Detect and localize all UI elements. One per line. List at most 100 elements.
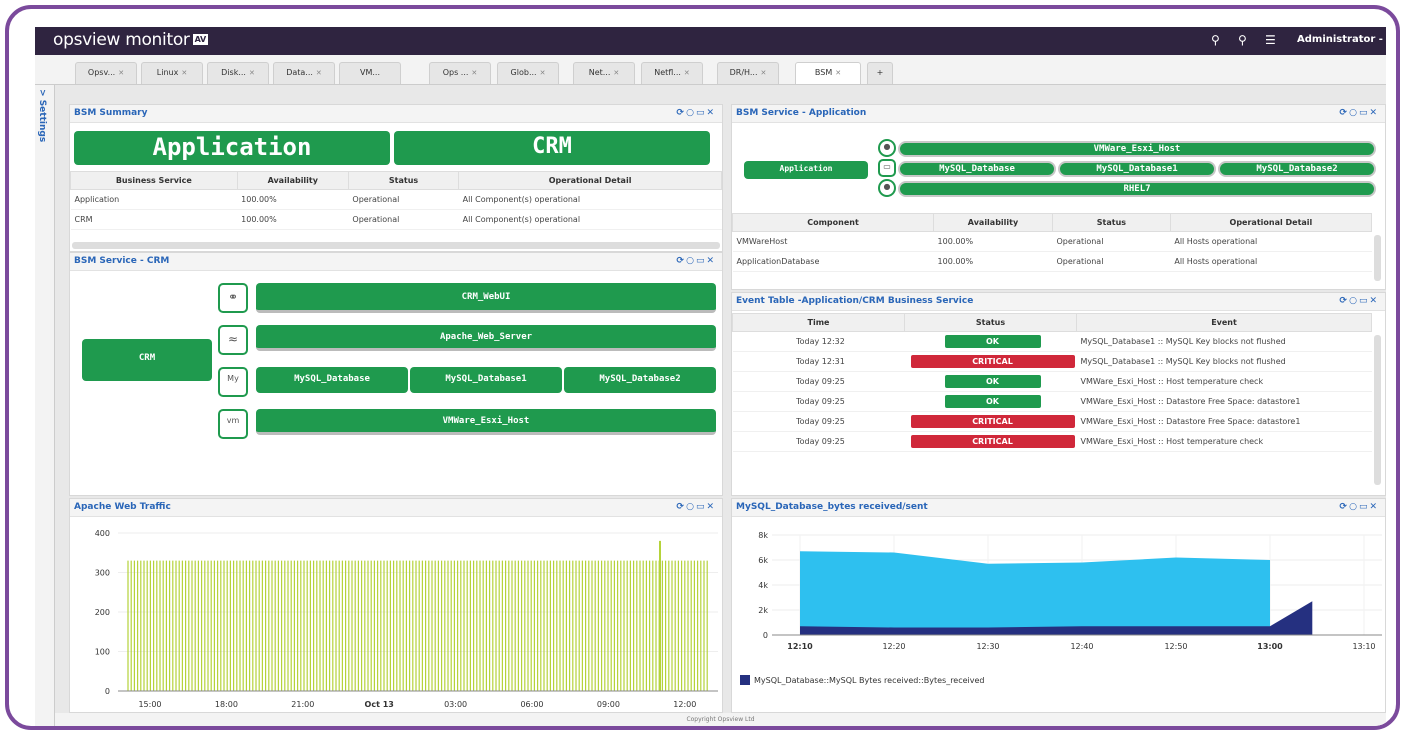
crm-root-node[interactable]: CRM (82, 339, 212, 381)
column-header[interactable]: Event (1076, 313, 1372, 332)
event-row[interactable]: Today 09:25 OK VMWare_Esxi_Host :: Datasto… (732, 391, 1372, 412)
x-tick-label: 12:50 (1164, 642, 1187, 651)
column-header[interactable]: Availability (933, 213, 1053, 232)
event-status-cell: OK (904, 371, 1077, 392)
close-icon[interactable]: ✕ (613, 69, 619, 77)
settings-sidebar[interactable]: > Settings (35, 85, 55, 726)
column-header[interactable]: Operational Detail (458, 171, 722, 190)
column-header[interactable]: Operational Detail (1169, 213, 1373, 232)
mysql-bytes-chart: 0 2k 4k 6k 8k 12:10 12:20 12:30 12:40 12:50 13:00 1… (758, 531, 1382, 651)
tab-bsm[interactable]: BSM ✕ (795, 62, 861, 84)
node-mysql-database2[interactable]: MySQL_Database2 (564, 367, 716, 393)
panel-controls[interactable]: ⟳○▭✕ (677, 256, 716, 266)
panel-controls[interactable]: ⟳○▭✕ (1340, 108, 1379, 118)
close-icon[interactable]: ✕ (761, 69, 767, 77)
close-icon[interactable]: ✕ (316, 69, 322, 77)
panel-header: Event Table -Application/CRM Business Se… (732, 293, 1385, 311)
column-header[interactable]: Component (732, 213, 935, 232)
user-menu[interactable]: Administrator - (1297, 34, 1383, 45)
node-mysql-database[interactable]: MySQL_Database (256, 367, 408, 393)
add-tab-button[interactable]: + (867, 62, 893, 84)
close-icon[interactable]: ✕ (181, 69, 187, 77)
node-vmware-esxi-host[interactable]: VMWare_Esxi_Host (898, 141, 1376, 157)
panel-title: BSM Summary (74, 108, 148, 118)
column-header[interactable]: Business Service (70, 171, 238, 190)
bsm-crm-panel: BSM Service - CRM ⟳○▭✕ CRM ⚭ ≈ My vm CRM_… (69, 252, 723, 496)
y-tick-label: 0 (763, 631, 768, 640)
mysql-icon: My (218, 367, 248, 397)
panel-controls[interactable]: ⟳○▭✕ (677, 502, 716, 512)
vertical-scrollbar[interactable] (1374, 235, 1381, 281)
tab-data[interactable]: Data... ✕ (273, 62, 335, 84)
y-tick-label: 8k (758, 531, 768, 540)
node-apache-web-server[interactable]: Apache_Web_Server (256, 325, 716, 351)
event-time: Today 12:31 (732, 351, 905, 372)
tab-vm[interactable]: VM... (339, 62, 401, 84)
column-header[interactable]: Time (732, 313, 905, 332)
status-badge: OK (944, 335, 1041, 348)
event-description: VMWare_Esxi_Host :: Datastore Free Space… (1076, 411, 1372, 432)
close-icon[interactable]: ✕ (471, 69, 477, 77)
apache-traffic-panel: Apache Web Traffic ⟳○▭✕ 0 100 200 300 400 15:0… (69, 498, 723, 713)
bsm-crm-button[interactable]: CRM (394, 131, 710, 165)
close-icon[interactable]: ✕ (118, 69, 124, 77)
event-description: MySQL_Database1 :: MySQL Key blocks not … (1076, 351, 1372, 372)
y-tick-label: 300 (95, 569, 110, 578)
close-icon[interactable]: ✕ (835, 69, 841, 77)
bsm-application-button[interactable]: Application (74, 131, 390, 165)
node-mysql-database1[interactable]: MySQL_Database1 (410, 367, 562, 393)
application-root-node[interactable]: Application (744, 161, 868, 179)
column-header[interactable]: Status (347, 171, 460, 190)
node-mysql-database[interactable]: MySQL_Database (898, 161, 1056, 177)
event-status-cell: CRITICAL (904, 411, 1077, 432)
chart-legend: MySQL_Database::MySQL Bytes received::By… (740, 675, 985, 685)
vertical-scrollbar[interactable] (1374, 335, 1381, 485)
tab-dr[interactable]: DR/H... ✕ (717, 62, 779, 84)
event-row[interactable]: Today 09:25 CRITICAL VMWare_Esxi_Host :: H… (732, 431, 1372, 452)
node-vmware-esxi-host[interactable]: VMWare_Esxi_Host (256, 409, 716, 435)
panel-controls[interactable]: ⟳○▭✕ (677, 108, 716, 118)
table-row[interactable]: VMWareHost 100.00% Operational All Hosts op… (732, 231, 1372, 252)
node-mysql-database2[interactable]: MySQL_Database2 (1218, 161, 1376, 177)
menu-icon[interactable]: ☰ (1265, 33, 1276, 47)
table-row[interactable]: CRM 100.00% Operational All Component(s) op… (70, 209, 722, 230)
event-row[interactable]: Today 12:31 CRITICAL MySQL_Database1 :: My… (732, 351, 1372, 372)
column-header[interactable]: Availability (236, 171, 349, 190)
tab-ops[interactable]: Ops ... ✕ (429, 62, 491, 84)
column-header[interactable]: Status (1051, 213, 1171, 232)
tab-disk[interactable]: Disk... ✕ (207, 62, 269, 84)
panel-controls[interactable]: ⟳○▭✕ (1340, 296, 1379, 306)
event-time: Today 09:25 (732, 371, 905, 392)
node-rhel7[interactable]: RHEL7 (898, 181, 1376, 197)
status-badge: OK (944, 395, 1041, 408)
panel-controls[interactable]: ⟳○▭✕ (1340, 502, 1379, 512)
table-row[interactable]: Application 100.00% Operational All Compone… (70, 189, 722, 210)
event-status-cell: CRITICAL (904, 351, 1077, 372)
bsm-application-panel: BSM Service - Application ⟳○▭✕ Applicatio… (731, 104, 1386, 290)
close-icon[interactable]: ✕ (684, 69, 690, 77)
panel-header: BSM Service - CRM ⟳○▭✕ (70, 253, 722, 271)
event-row[interactable]: Today 09:25 CRITICAL VMWare_Esxi_Host :: D… (732, 411, 1372, 432)
close-icon[interactable]: ✕ (540, 69, 546, 77)
x-tick-label: 12:00 (673, 700, 696, 709)
tab-glob[interactable]: Glob... ✕ (497, 62, 559, 84)
column-header[interactable]: Status (904, 313, 1077, 332)
panel-header: MySQL_Database_bytes received/sent ⟳○▭✕ (732, 499, 1385, 517)
tab-opsv[interactable]: Opsv... ✕ (75, 62, 137, 84)
search-icon[interactable]: ⚲ (1238, 33, 1247, 47)
node-crm-webui[interactable]: CRM_WebUI (256, 283, 716, 313)
close-icon[interactable]: ✕ (249, 69, 255, 77)
event-description: VMWare_Esxi_Host :: Host temperature che… (1076, 431, 1372, 452)
tab-net[interactable]: Net... ✕ (573, 62, 635, 84)
event-row[interactable]: Today 12:32 OK MySQL_Database1 :: MySQL Ke… (732, 331, 1372, 352)
event-row[interactable]: Today 09:25 OK VMWare_Esxi_Host :: Host te… (732, 371, 1372, 392)
lightbulb-icon[interactable]: ⚲ (1211, 33, 1220, 47)
table-row[interactable]: ApplicationDatabase 100.00% Operational All… (732, 251, 1372, 272)
bytes-sent-area (800, 551, 1270, 635)
tab-linux[interactable]: Linux ✕ (141, 62, 203, 84)
x-tick-label: 03:00 (444, 700, 467, 709)
horizontal-scrollbar[interactable] (72, 242, 720, 249)
tab-netfl[interactable]: Netfl... ✕ (641, 62, 703, 84)
top-bar: opsview monitor AV ⚲ ⚲ ☰ Administrator - (35, 27, 1386, 55)
node-mysql-database1[interactable]: MySQL_Database1 (1058, 161, 1216, 177)
